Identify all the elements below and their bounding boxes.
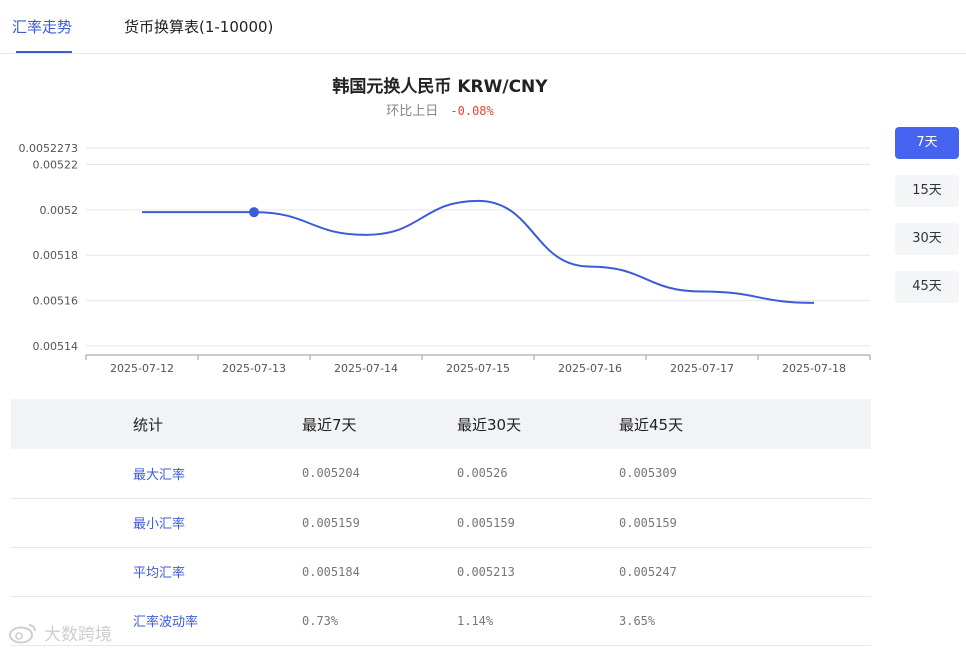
cell-value: 0.00526 (457, 449, 619, 499)
cell-value: 0.005247 (619, 547, 871, 597)
x-tick-label: 2025-07-12 (110, 362, 174, 375)
cell-value: 0.005309 (619, 449, 871, 499)
cell-value: 0.005204 (302, 449, 457, 499)
range-30-days-button[interactable]: 30天 (895, 223, 959, 255)
row-label-max-rate: 最大汇率 (133, 449, 302, 499)
x-tick-label: 2025-07-18 (782, 362, 846, 375)
weibo-logo-icon (9, 623, 36, 643)
y-tick-label: 0.00516 (33, 295, 79, 308)
cell-value: 0.005184 (302, 547, 457, 597)
row-label-volatility: 汇率波动率 (133, 596, 302, 646)
spacer-cell (11, 449, 133, 499)
table-row: 最大汇率 0.005204 0.00526 0.005309 (11, 449, 871, 499)
tab-bar: 汇率走势 货币换算表(1-10000) (0, 0, 966, 54)
x-tick-label: 2025-07-13 (222, 362, 286, 375)
y-tick-label: 0.00518 (33, 249, 79, 262)
x-tick-label: 2025-07-16 (558, 362, 622, 375)
cell-value: 0.005159 (457, 498, 619, 548)
range-7-days-button[interactable]: 7天 (895, 127, 959, 159)
change-label: 环比上日 (386, 104, 439, 119)
header-7-days: 最近7天 (302, 399, 457, 449)
x-tick-label: 2025-07-14 (334, 362, 398, 375)
cell-value: 0.005159 (302, 498, 457, 548)
x-tick-label: 2025-07-17 (670, 362, 734, 375)
watermark-text: 大数跨境 (44, 625, 112, 645)
series-line (142, 199, 815, 304)
header-30-days: 最近30天 (457, 399, 619, 449)
row-label-min-rate: 最小汇率 (133, 498, 302, 548)
change-value: -0.08% (450, 104, 494, 118)
header-stat: 统计 (133, 399, 302, 449)
watermark: 大数跨境 (8, 620, 112, 645)
header-45-days: 最近45天 (619, 399, 871, 449)
y-tick-label: 0.00522 (33, 159, 79, 172)
x-tick-label: 2025-07-15 (446, 362, 510, 375)
page-title: 韩国元换人民币 KRW/CNY (332, 77, 548, 97)
rate-line-chart: 0.0052273 0.00522 0.0052 0.00518 0.00516 0.00… (19, 142, 871, 375)
range-15-days-button[interactable]: 15天 (895, 175, 959, 207)
range-45-days-button[interactable]: 45天 (895, 271, 959, 303)
tab-conversion-table[interactable]: 货币换算表(1-10000) (124, 16, 273, 37)
table-row: 平均汇率 0.005184 0.005213 0.005247 (11, 547, 871, 597)
active-tab-indicator (16, 51, 72, 53)
cell-value: 0.005213 (457, 547, 619, 597)
spacer-cell (11, 547, 133, 597)
change-summary: 环比上日 -0.08% (0, 100, 880, 119)
cell-value: 0.73% (302, 596, 457, 646)
stats-header-row: 统计 最近7天 最近30天 最近45天 (11, 399, 871, 449)
cell-value: 0.005159 (619, 498, 871, 548)
stats-table: 统计 最近7天 最近30天 最近45天 最大汇率 0.005204 0.0052… (11, 399, 871, 646)
table-row: 最小汇率 0.005159 0.005159 0.005159 (11, 498, 871, 548)
spacer-cell (11, 399, 133, 449)
cell-value: 3.65% (619, 596, 871, 646)
y-tick-label: 0.00514 (33, 340, 79, 353)
highlight-point (249, 207, 259, 218)
row-label-avg-rate: 平均汇率 (133, 547, 302, 597)
y-tick-label: 0.0052273 (19, 142, 79, 155)
table-row: 汇率波动率 0.73% 1.14% 3.65% (11, 596, 871, 646)
y-tick-label: 0.0052 (40, 204, 79, 217)
spacer-cell (11, 498, 133, 548)
cell-value: 1.14% (457, 596, 619, 646)
tab-rate-trend[interactable]: 汇率走势 (12, 16, 72, 37)
